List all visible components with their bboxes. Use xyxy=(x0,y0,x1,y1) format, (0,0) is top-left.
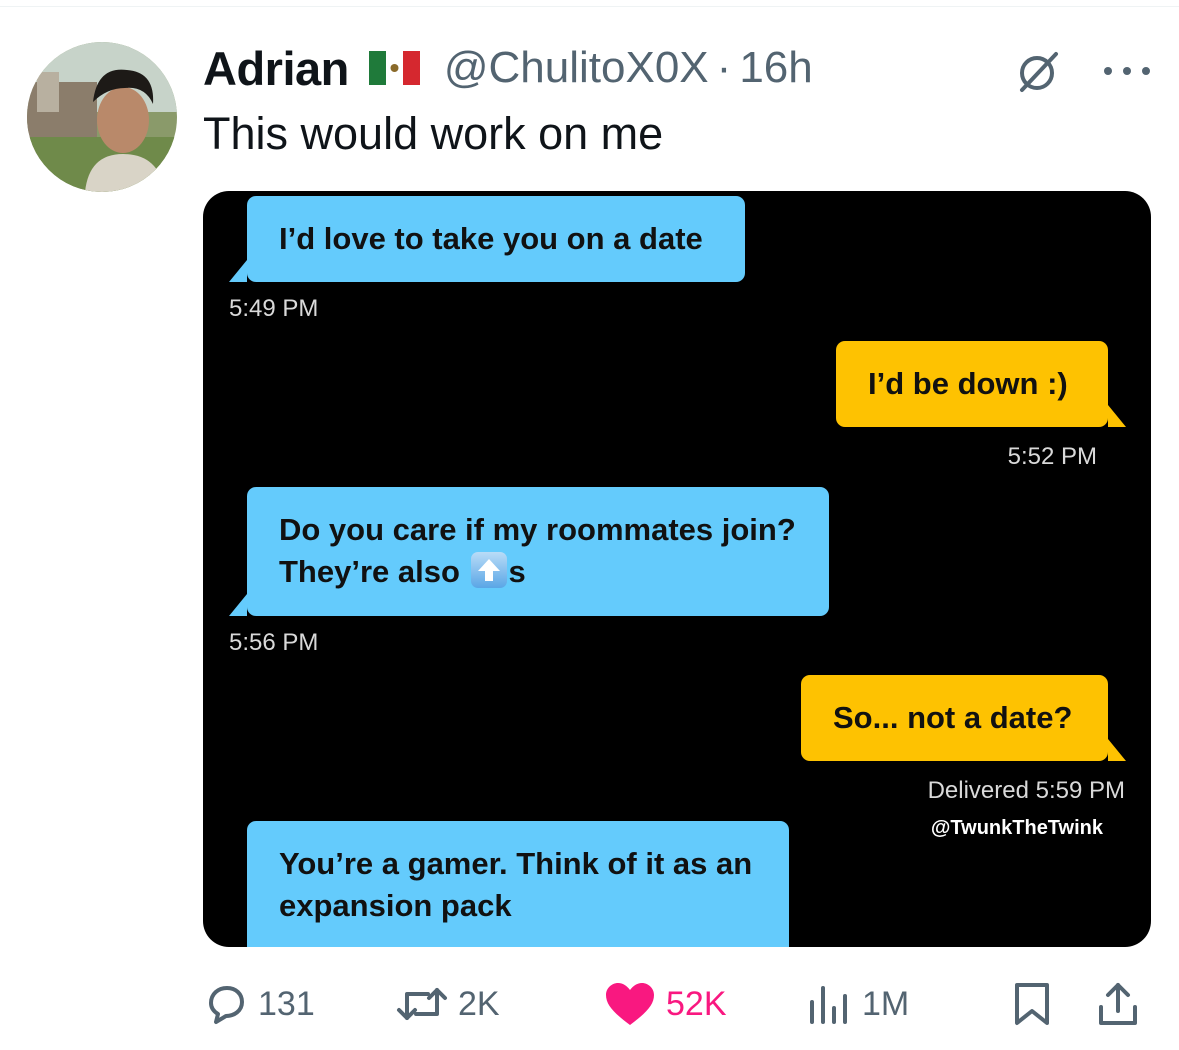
user-handle[interactable]: @ChulitoX0X xyxy=(444,43,709,93)
message-text-fragment: They’re also xyxy=(279,554,469,589)
message-timestamp: 5:49 PM xyxy=(229,295,319,322)
heart-icon xyxy=(606,983,654,1025)
bookmark-button[interactable] xyxy=(1012,978,1052,1030)
message-text-line: Do you care if my roommates join? xyxy=(279,512,796,547)
like-button[interactable]: 52K xyxy=(604,978,727,1030)
message-bubble-incoming: You’re a gamer. Think of it as an expans… xyxy=(247,821,789,947)
share-icon xyxy=(1099,983,1137,1025)
like-count: 52K xyxy=(666,984,727,1023)
top-divider xyxy=(0,6,1179,7)
grok-icon[interactable] xyxy=(1016,50,1060,94)
message-text: I’d be down :) xyxy=(868,366,1068,401)
reply-count: 131 xyxy=(258,984,315,1023)
message-text: I’d love to take you on a date xyxy=(279,221,703,256)
message-bubble-incoming: I’d love to take you on a date xyxy=(229,196,745,282)
separator-dot: · xyxy=(716,43,732,92)
message-text-line: They’re also s xyxy=(279,551,797,593)
message-timestamp: 5:52 PM xyxy=(1007,443,1097,470)
repost-count: 2K xyxy=(458,984,500,1023)
tweet-text: This would work on me xyxy=(203,108,664,159)
message-timestamp: 5:56 PM xyxy=(229,629,319,656)
message-text: So... not a date? xyxy=(833,700,1073,735)
message-bubble-outgoing: I’d be down :) xyxy=(836,341,1126,427)
bookmark-icon xyxy=(1015,983,1049,1025)
views-count: 1M xyxy=(862,984,910,1023)
bubble-tail xyxy=(229,260,247,282)
message-bubble-incoming: Do you care if my roommates join? They’r… xyxy=(229,487,829,616)
avatar[interactable] xyxy=(27,42,177,192)
display-name[interactable]: Adrian xyxy=(203,41,349,96)
message-bubble-outgoing: So... not a date? xyxy=(801,675,1126,761)
bubble-tail xyxy=(229,594,247,616)
reply-button[interactable]: 131 xyxy=(204,978,315,1030)
views-icon xyxy=(810,986,847,1024)
bubble-tail xyxy=(1108,739,1126,761)
tweet-header: Adrian @ChulitoX0X · 16h xyxy=(203,36,813,100)
attached-image[interactable]: I’d love to take you on a date 5:49 PM I… xyxy=(203,191,1151,947)
message-text-line: You’re a gamer. Think of it as an xyxy=(279,846,753,881)
bubble-tail xyxy=(1108,405,1126,427)
repost-button[interactable]: 2K xyxy=(396,978,500,1030)
message-timestamp: Delivered 5:59 PM xyxy=(927,777,1125,804)
reply-icon xyxy=(209,986,244,1024)
mexico-flag-icon xyxy=(368,51,420,85)
views-button[interactable]: 1M xyxy=(806,978,909,1030)
up-arrow-emoji-icon xyxy=(470,552,507,588)
more-options-icon[interactable] xyxy=(1103,63,1151,75)
share-button[interactable] xyxy=(1096,978,1140,1030)
post-time[interactable]: 16h xyxy=(739,43,812,93)
message-text-line: expansion pack xyxy=(279,888,512,923)
repost-icon xyxy=(397,988,447,1020)
message-text-fragment: s xyxy=(508,554,526,589)
image-credit: @TwunkTheTwink xyxy=(930,817,1103,839)
action-bar: 131 2K 52K 1M xyxy=(200,978,1150,1030)
